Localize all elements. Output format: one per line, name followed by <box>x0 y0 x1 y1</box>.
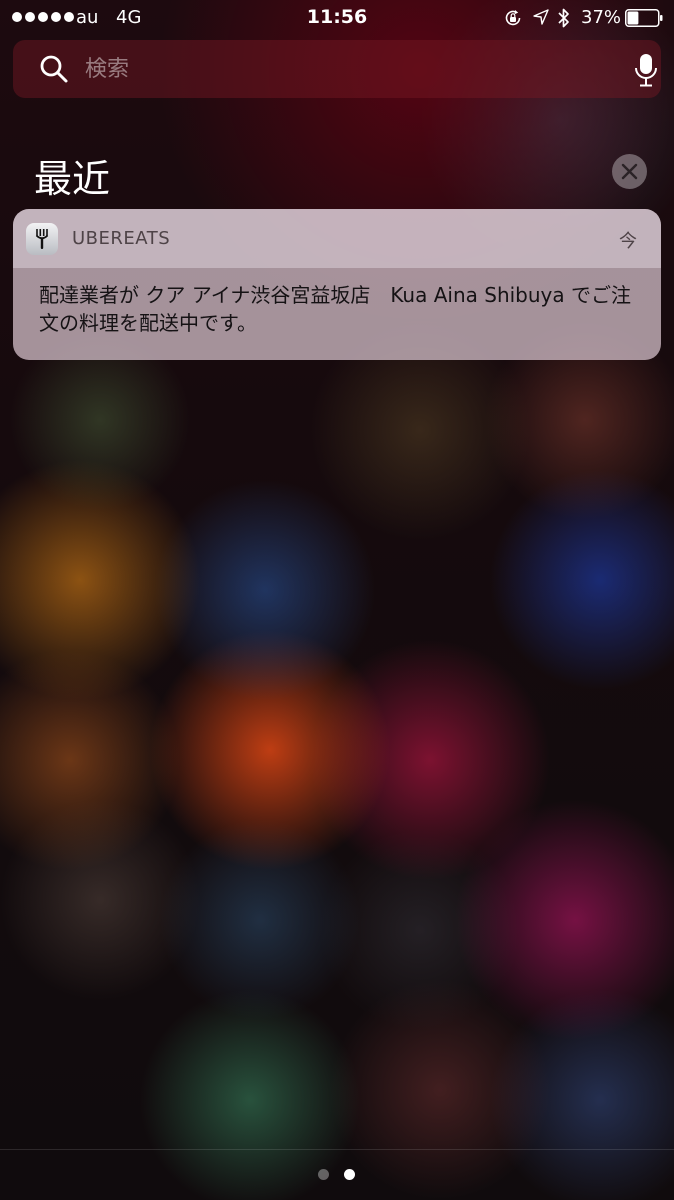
status-bar: au 4G 11:56 37% <box>0 0 674 38</box>
page-indicator[interactable] <box>318 1169 355 1180</box>
close-icon <box>621 163 638 180</box>
notification-card[interactable]: UBEREATS 今 配達業者が クア アイナ渋谷宮益坂店 Kua Aina S… <box>13 209 661 360</box>
dock-separator <box>0 1149 674 1150</box>
mic-icon[interactable] <box>633 52 659 88</box>
page-dot-2[interactable] <box>344 1169 355 1180</box>
battery-percentage: 37% <box>581 7 622 28</box>
notification-time: 今 <box>619 231 637 252</box>
bluetooth-icon <box>558 8 569 28</box>
notification-header: UBEREATS 今 <box>13 209 661 268</box>
search-bar[interactable] <box>13 40 661 98</box>
search-input[interactable] <box>85 52 585 86</box>
app-icon <box>26 223 58 255</box>
clear-recent-button[interactable] <box>612 154 647 189</box>
rotation-lock-icon <box>505 10 521 26</box>
recent-section-title: 最近 <box>34 157 111 201</box>
status-time: 11:56 <box>306 6 368 28</box>
app-name: UBEREATS <box>72 228 171 249</box>
notification-message: 配達業者が クア アイナ渋谷宮益坂店 Kua Aina Shibuya でご注文… <box>39 283 631 335</box>
search-icon <box>40 55 68 83</box>
page-dot-1[interactable] <box>318 1169 329 1180</box>
location-arrow-icon <box>533 9 549 25</box>
battery-icon <box>625 9 663 27</box>
fork-icon <box>35 229 49 249</box>
